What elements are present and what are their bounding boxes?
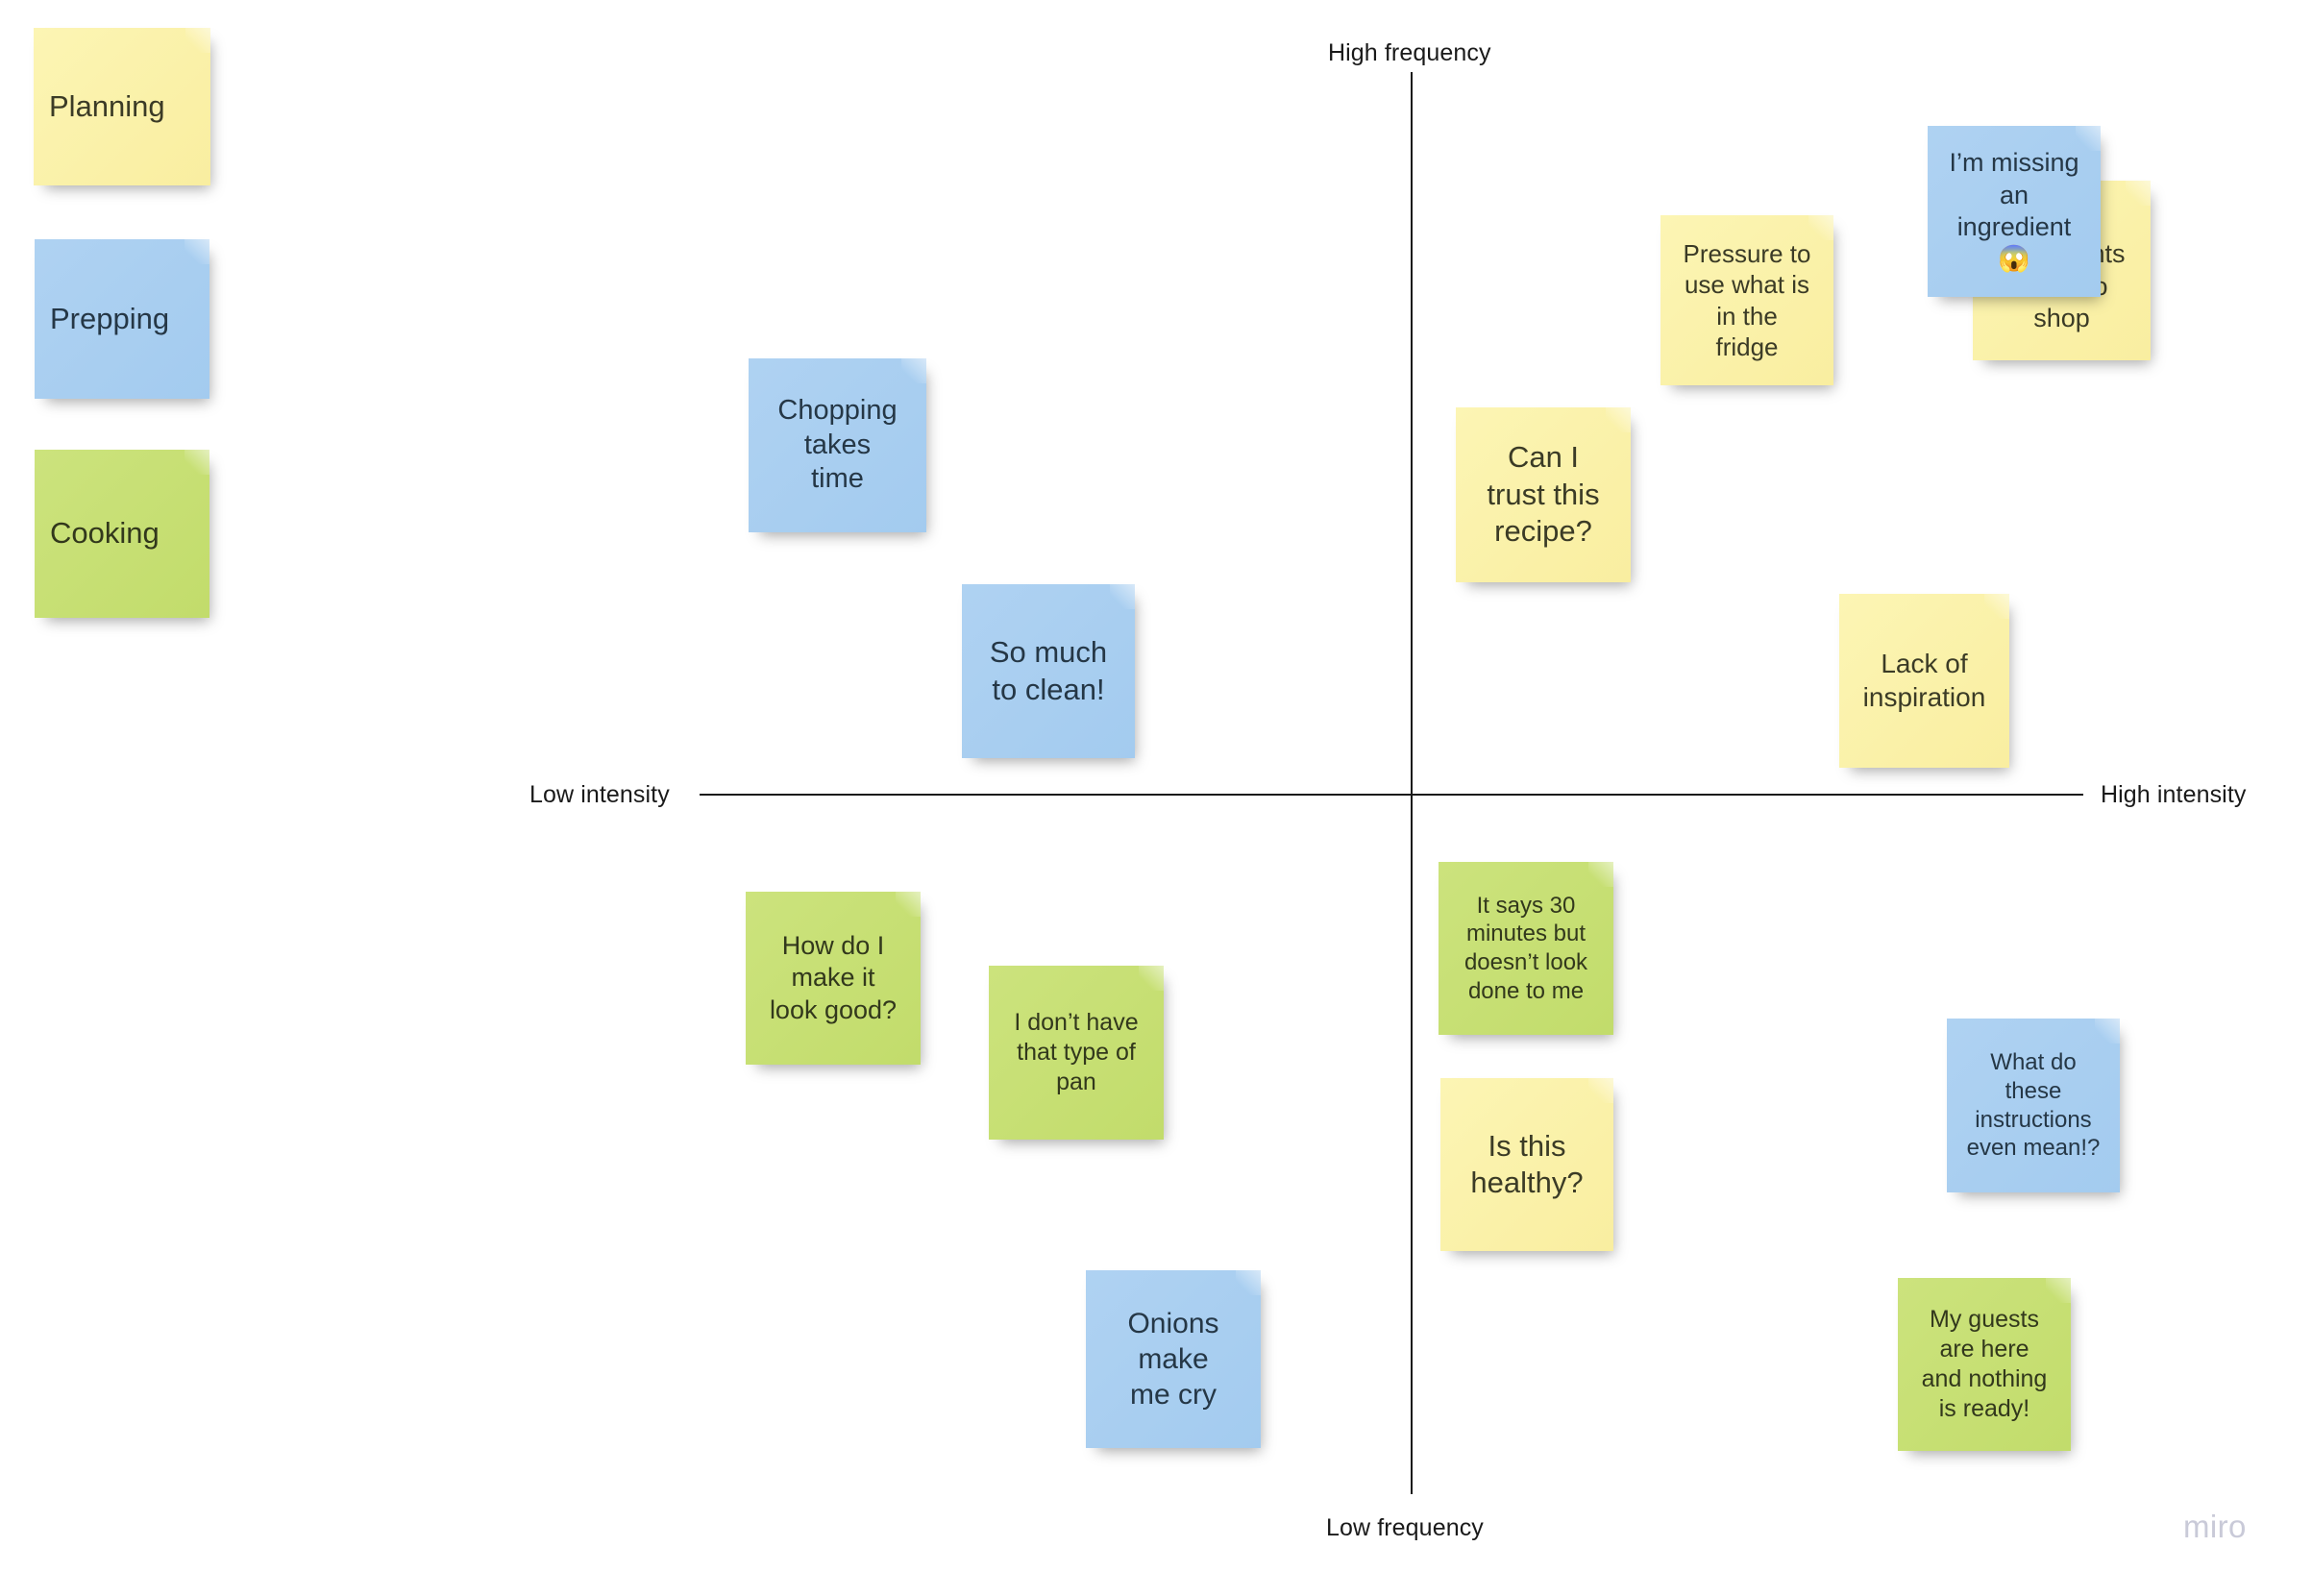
sticky-note-text: Pressure to use what is in the fridge (1683, 239, 1811, 361)
sticky-note-text: I’m missing an ingredient 😱 (1949, 148, 2079, 274)
sticky-note-text: Onions make me cry (1127, 1307, 1219, 1412)
miro-board-canvas[interactable]: High frequency Low frequency Low intensi… (0, 0, 2312, 1596)
legend-note-label: Prepping (50, 301, 170, 335)
sticky-note-lack-of-inspiration[interactable]: Lack of inspiration (1839, 594, 2009, 768)
sticky-note-how-do-i-make-it-look-good[interactable]: How do I make it look good? (746, 892, 921, 1065)
sticky-note-text: How do I make it look good? (769, 930, 898, 1024)
legend-note-prepping[interactable]: Prepping (35, 239, 209, 399)
sticky-note-text: So much to clean! (989, 635, 1108, 706)
sticky-note-text: Is this healthy? (1470, 1128, 1584, 1199)
sticky-note-im-missing-an-ingredient[interactable]: I’m missing an ingredient 😱 (1928, 126, 2101, 297)
sticky-note-chopping-takes-time[interactable]: Chopping takes time (749, 358, 926, 532)
axis-label-high-intensity: High intensity (2101, 781, 2247, 808)
sticky-note-it-says-30-minutes[interactable]: It says 30 minutes but doesn’t look done… (1439, 862, 1613, 1035)
frequency-axis-line (1411, 72, 1413, 1494)
legend-note-planning[interactable]: Planning (34, 28, 210, 185)
legend-note-label: Planning (49, 88, 165, 123)
sticky-note-what-do-these-instructions-even-mean[interactable]: What do these instructions even mean!? (1947, 1019, 2120, 1192)
axis-label-low-frequency: Low frequency (1326, 1514, 1484, 1541)
sticky-note-pressure-to-use-fridge[interactable]: Pressure to use what is in the fridge (1660, 215, 1833, 385)
sticky-note-is-this-healthy[interactable]: Is this healthy? (1440, 1078, 1613, 1251)
axis-label-low-intensity: Low intensity (529, 781, 670, 808)
sticky-note-my-guests-are-here[interactable]: My guests are here and nothing is ready! (1898, 1278, 2071, 1451)
sticky-note-text: It says 30 minutes but doesn’t look done… (1463, 892, 1588, 1004)
sticky-note-text: Can I trust this recipe? (1487, 440, 1600, 549)
intensity-axis-line (700, 794, 2083, 796)
axis-label-high-frequency: High frequency (1328, 39, 1491, 66)
sticky-note-text: I don’t have that type of pan (1014, 1009, 1139, 1095)
sticky-note-i-dont-have-that-type-of-pan[interactable]: I don’t have that type of pan (989, 966, 1164, 1140)
sticky-note-can-i-trust-this-recipe[interactable]: Can I trust this recipe? (1456, 407, 1631, 582)
sticky-note-text: Lack of inspiration (1862, 648, 1986, 712)
sticky-note-so-much-to-clean[interactable]: So much to clean! (962, 584, 1135, 758)
legend-note-cooking[interactable]: Cooking (35, 450, 209, 618)
sticky-note-onions-make-me-cry[interactable]: Onions make me cry (1086, 1270, 1261, 1448)
miro-watermark: miro (2183, 1509, 2247, 1544)
legend-note-label: Cooking (50, 516, 160, 551)
sticky-note-text: My guests are here and nothing is ready! (1921, 1306, 2048, 1422)
sticky-note-text: Chopping takes time (777, 394, 898, 495)
sticky-note-text: What do these instructions even mean!? (1966, 1049, 2101, 1162)
